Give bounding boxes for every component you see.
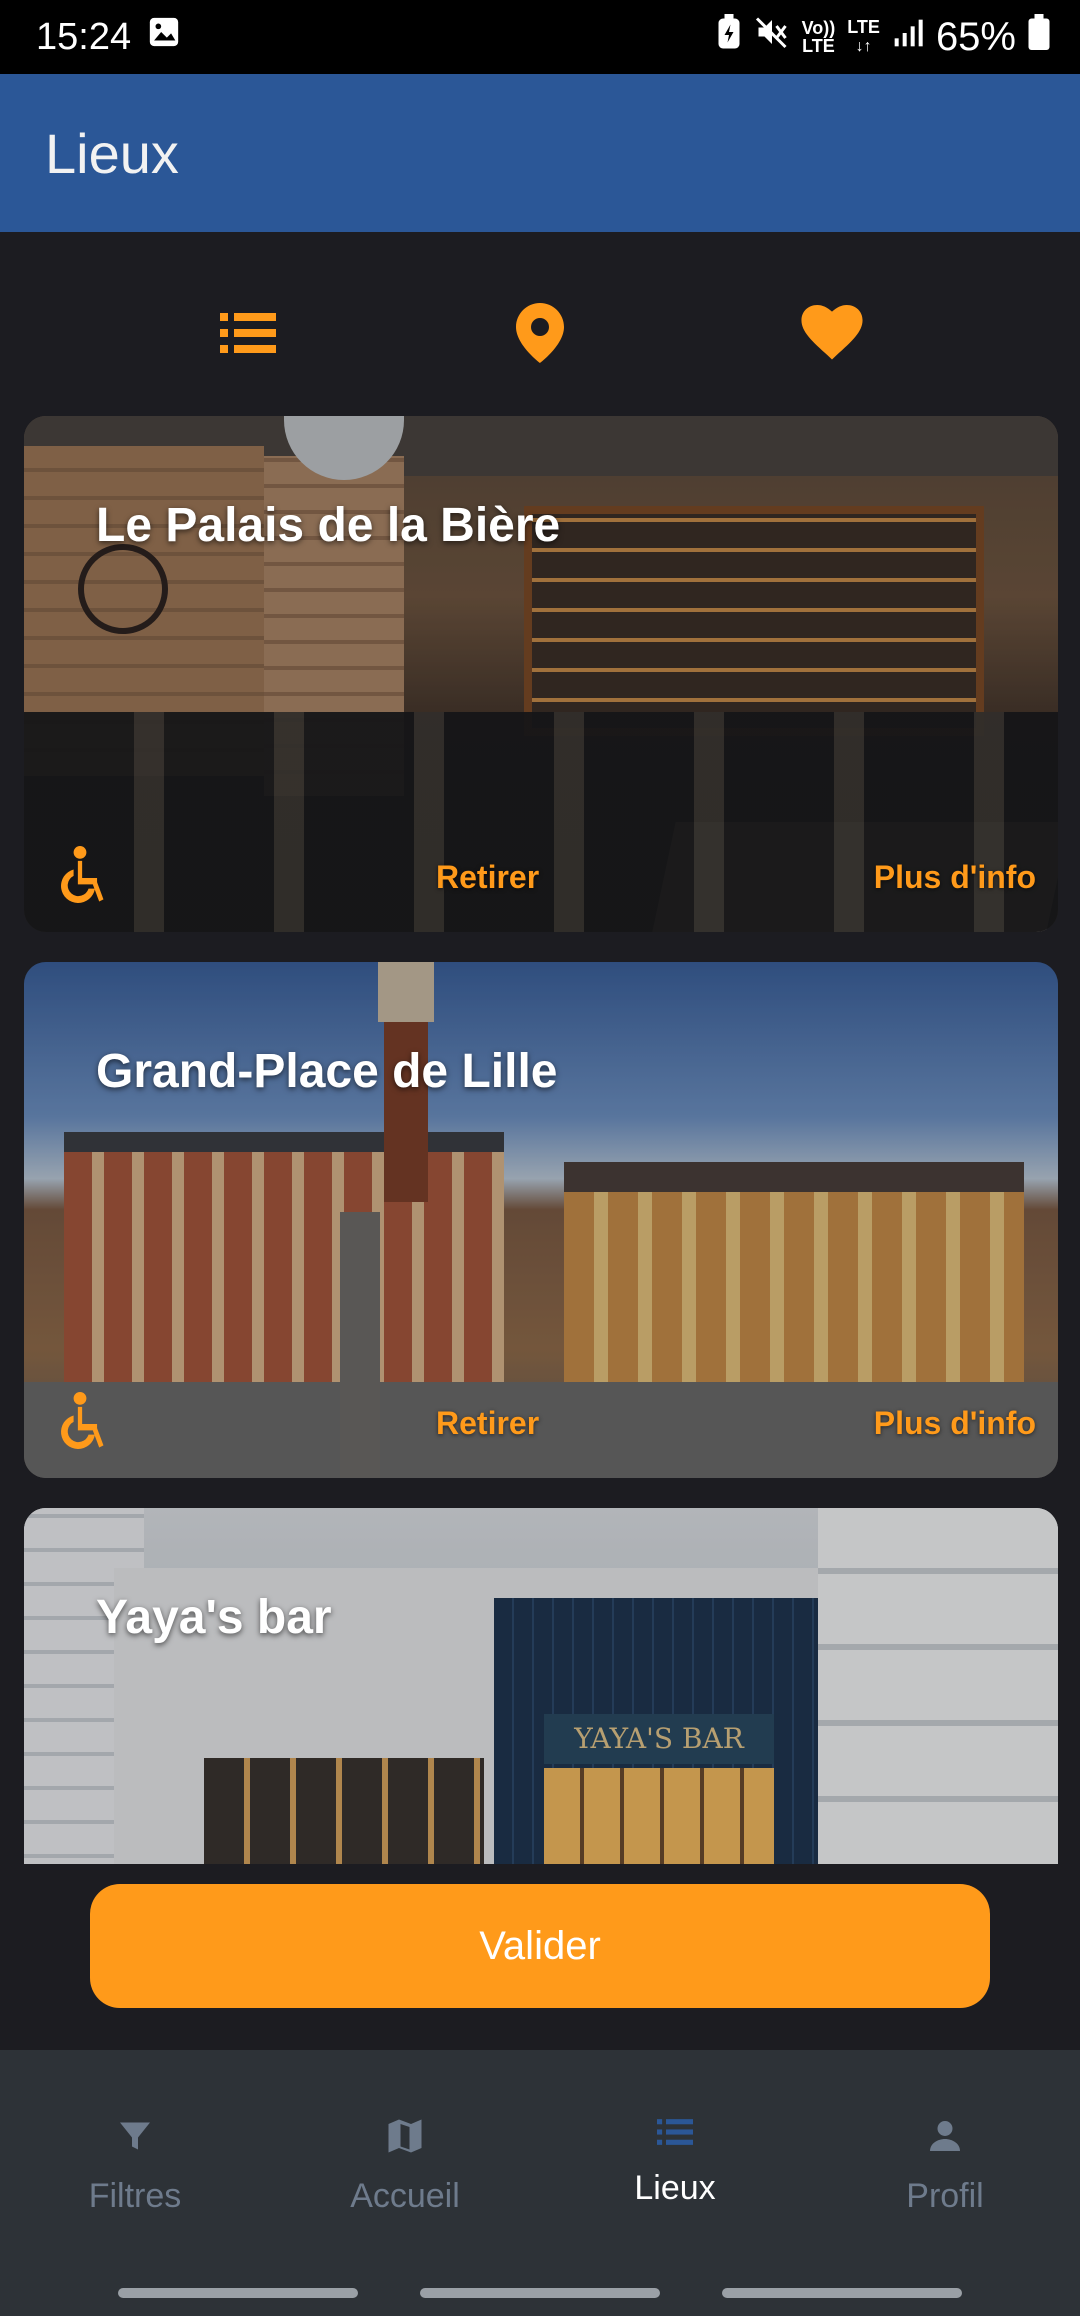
gesture-pill-back[interactable] [722,2288,962,2298]
more-info-button[interactable]: Plus d'info [874,1405,1036,1442]
status-time: 15:24 [36,15,132,58]
place-title: Le Palais de la Bière [96,499,561,552]
more-info-button[interactable]: Plus d'info [874,859,1036,896]
signal-icon [892,16,924,59]
heart-icon [801,304,863,366]
volte-bottom: LTE [802,36,835,56]
person-icon [927,2118,963,2159]
place-title: Grand-Place de Lille [96,1045,558,1098]
gesture-pill-home[interactable] [420,2288,660,2298]
map-pin-icon [516,302,564,368]
data-arrows-icon: ↓↑ [855,38,872,55]
status-bar: 15:24 Vo)) LTE LTE ↓↑ 65% [0,0,1080,74]
battery-icon [1028,14,1050,60]
filter-icon [117,2118,153,2159]
mute-icon [754,14,790,60]
list-icon [657,2118,693,2151]
remove-button[interactable]: Retirer [436,859,539,896]
map-view-tab[interactable] [480,290,600,380]
nav-label: Profil [906,2177,984,2215]
places-list[interactable]: Le Palais de la Bière Retirer Plus d'inf… [24,416,1058,1864]
remove-button[interactable]: Retirer [436,1405,539,1442]
app-bar: Lieux [0,74,1080,232]
place-card[interactable]: YAYA'S BAR Yaya's bar [24,1508,1058,1864]
nav-label: Lieux [634,2169,716,2207]
wheelchair-icon [54,846,106,910]
validate-button[interactable]: Valider [90,1884,990,2008]
nav-item-lieux[interactable]: Lieux [540,2050,810,2274]
volte-indicator: Vo)) LTE [802,19,836,55]
nav-label: Filtres [88,2177,182,2215]
battery-saver-icon [716,14,742,60]
lte-indicator: LTE ↓↑ [847,18,880,56]
place-card[interactable]: Grand-Place de Lille Retirer Plus d'info [24,962,1058,1478]
place-title: Yaya's bar [96,1591,332,1644]
place-card[interactable]: Le Palais de la Bière Retirer Plus d'inf… [24,416,1058,932]
nav-item-filtres[interactable]: Filtres [0,2050,270,2274]
page-title: Lieux [45,121,179,185]
volte-top: Vo)) [801,18,836,38]
list-view-tab[interactable] [188,290,308,380]
nav-item-profil[interactable]: Profil [810,2050,1080,2274]
list-icon [220,312,276,358]
map-icon [387,2118,423,2159]
favorites-tab[interactable] [772,290,892,380]
nav-item-accueil[interactable]: Accueil [270,2050,540,2274]
wheelchair-icon [54,1392,106,1456]
gesture-pill-recent[interactable] [118,2288,358,2298]
nav-label: Accueil [350,2177,460,2215]
view-tabs [0,290,1080,380]
bottom-nav: Filtres Accueil Lieux Profil [0,2050,1080,2274]
lte-label: LTE [847,17,880,37]
gallery-icon [147,15,181,59]
battery-percent: 65% [935,14,1016,59]
system-gesture-bar [0,2274,1080,2316]
